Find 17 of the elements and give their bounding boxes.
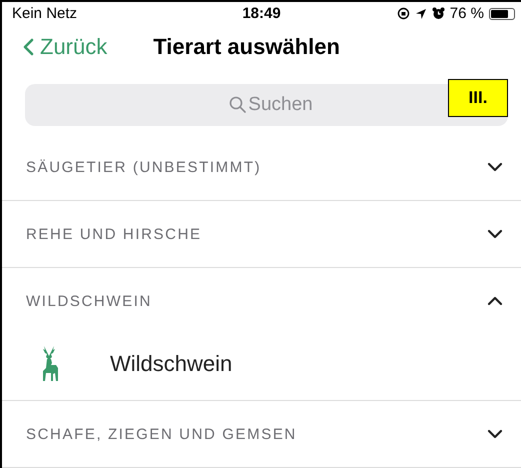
battery-icon [489,8,515,20]
back-button[interactable]: Zurück [22,34,108,60]
battery-percent: 76 % [450,5,484,22]
annotation-label: III. [448,79,508,117]
chevron-up-icon [487,296,503,306]
search-icon [228,96,246,113]
species-item[interactable]: Wildschwein [110,351,232,377]
location-arrow-icon [414,8,427,20]
chevron-down-icon [487,229,503,239]
rotation-lock-icon [396,7,410,20]
screen-title: Tierart auswählen [153,34,340,60]
clock: 18:49 [242,5,281,22]
chevron-left-icon [22,38,34,56]
carrier-label: Kein Netz [12,5,78,22]
chevron-down-icon [487,162,503,172]
alarm-clock-icon [432,7,445,20]
chevron-down-icon [487,429,503,439]
